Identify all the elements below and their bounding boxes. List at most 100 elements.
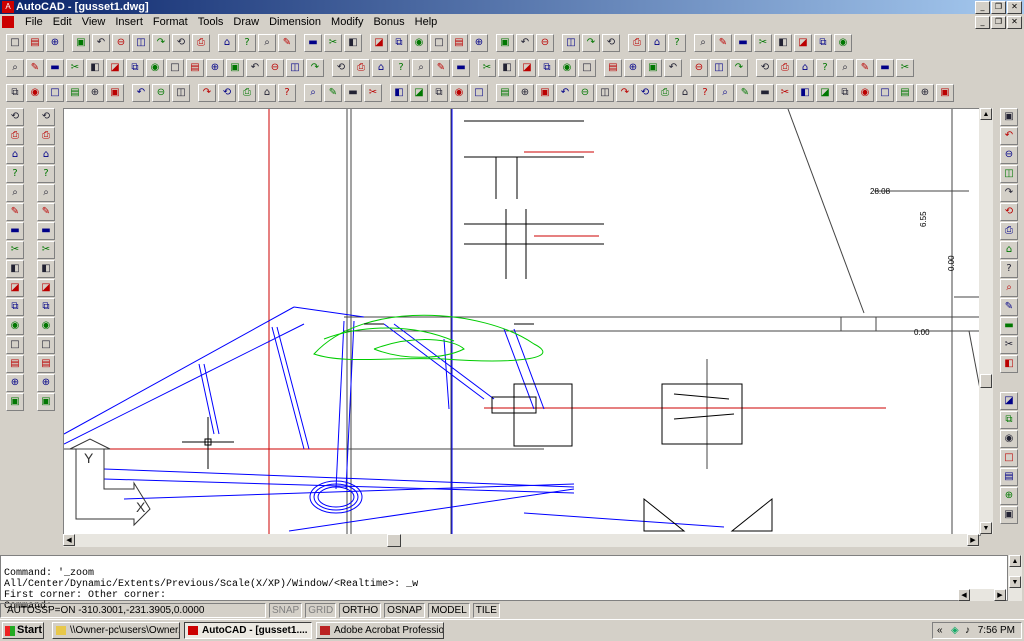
solids-tool-36-icon[interactable]: ↷: [730, 59, 748, 77]
draw-tool-12-icon[interactable]: ◉: [6, 317, 24, 335]
standard-tool-23-icon[interactable]: ⊕: [470, 34, 488, 52]
solids-tool-30-icon[interactable]: ▤: [604, 59, 622, 77]
osnap-tool-2-icon[interactable]: ↶: [1000, 127, 1018, 145]
menu-dimension[interactable]: Dimension: [264, 15, 326, 29]
standard-tool-6-icon[interactable]: ⊖: [112, 34, 130, 52]
menu-view[interactable]: View: [77, 15, 111, 29]
vertical-scrollbar[interactable]: ▲ ▼: [979, 108, 993, 534]
properties-tool-43-icon[interactable]: □: [876, 84, 894, 102]
standard-tool-34-icon[interactable]: ✎: [714, 34, 732, 52]
scroll-left-arrow[interactable]: ◀: [63, 534, 75, 546]
solids-tool-28-icon[interactable]: ◉: [558, 59, 576, 77]
status-toggle-ortho[interactable]: ORTHO: [339, 603, 382, 618]
coordinate-readout[interactable]: AUTOSSP=ON -310.3001,-231.3905,0.0000: [0, 603, 266, 618]
modify-tool-3-icon[interactable]: ⌂: [37, 146, 55, 164]
properties-tool-13-icon[interactable]: ⌂: [258, 84, 276, 102]
properties-tool-32-icon[interactable]: ⎙: [656, 84, 674, 102]
draw-tool-10-icon[interactable]: ◪: [6, 279, 24, 297]
solids-tool-27-icon[interactable]: ⧉: [538, 59, 556, 77]
osnap-tool-18-icon[interactable]: □: [1000, 449, 1018, 467]
standard-tool-29-icon[interactable]: ⟲: [602, 34, 620, 52]
command-window[interactable]: Command: '_zoom All/Center/Dynamic/Extent…: [0, 555, 1008, 612]
scroll-up-arrow[interactable]: ▲: [980, 108, 992, 120]
network-icon[interactable]: ◈: [951, 623, 959, 638]
modify-tool-15-icon[interactable]: ⊕: [37, 374, 55, 392]
modify-tool-1-icon[interactable]: ⟲: [37, 108, 55, 126]
properties-tool-30-icon[interactable]: ↷: [616, 84, 634, 102]
draw-tool-14-icon[interactable]: ▤: [6, 355, 24, 373]
doc-restore-button[interactable]: ❐: [991, 16, 1006, 29]
properties-tool-8-icon[interactable]: ⊖: [152, 84, 170, 102]
solids-tool-14-icon[interactable]: ⊖: [266, 59, 284, 77]
solids-tool-20-icon[interactable]: ?: [392, 59, 410, 77]
modify-tool-14-icon[interactable]: ▤: [37, 355, 55, 373]
clock[interactable]: 7:56 PM: [978, 623, 1015, 638]
standard-tool-17-icon[interactable]: ◧: [344, 34, 362, 52]
modify-tool-12-icon[interactable]: ◉: [37, 317, 55, 335]
standard-tool-36-icon[interactable]: ✂: [754, 34, 772, 52]
solids-tool-31-icon[interactable]: ⊕: [624, 59, 642, 77]
minimize-button[interactable]: _: [975, 1, 990, 14]
standard-tool-21-icon[interactable]: □: [430, 34, 448, 52]
modify-tool-4-icon[interactable]: ?: [37, 165, 55, 183]
task-explorer[interactable]: \\Owner-pc\users\Owner...: [52, 622, 180, 639]
solids-tool-23-icon[interactable]: ▬: [452, 59, 470, 77]
modify-tool-2-icon[interactable]: ⎙: [37, 127, 55, 145]
standard-tool-16-icon[interactable]: ✂: [324, 34, 342, 52]
standard-tool-30-icon[interactable]: ⎙: [628, 34, 646, 52]
command-scroll-left[interactable]: ◀: [958, 589, 970, 601]
standard-tool-5-icon[interactable]: ↶: [92, 34, 110, 52]
solids-tool-1-icon[interactable]: ⌕: [6, 59, 24, 77]
osnap-tool-10-icon[interactable]: ⌕: [1000, 279, 1018, 297]
properties-tool-37-icon[interactable]: ▬: [756, 84, 774, 102]
status-toggle-snap[interactable]: SNAP: [269, 603, 303, 618]
document-icon[interactable]: [2, 16, 14, 28]
properties-tool-28-icon[interactable]: ⊖: [576, 84, 594, 102]
solids-tool-38-icon[interactable]: ⎙: [776, 59, 794, 77]
osnap-tool-11-icon[interactable]: ✎: [1000, 298, 1018, 316]
osnap-tool-3-icon[interactable]: ⊖: [1000, 146, 1018, 164]
drawing-svg[interactable]: 28.08 6.55 0.00 0.00 Y X: [64, 109, 980, 535]
properties-tool-2-icon[interactable]: ◉: [26, 84, 44, 102]
horizontal-scroll-thumb[interactable]: [387, 534, 401, 547]
solids-tool-24-icon[interactable]: ✂: [478, 59, 496, 77]
osnap-tool-9-icon[interactable]: ?: [1000, 260, 1018, 278]
properties-tool-42-icon[interactable]: ◉: [856, 84, 874, 102]
close-button[interactable]: ✕: [1007, 1, 1022, 14]
standard-tool-32-icon[interactable]: ?: [668, 34, 686, 52]
draw-tool-1-icon[interactable]: ⟲: [6, 108, 24, 126]
solids-tool-12-icon[interactable]: ▣: [226, 59, 244, 77]
properties-tool-17-icon[interactable]: ▬: [344, 84, 362, 102]
standard-tool-33-icon[interactable]: ⌕: [694, 34, 712, 52]
osnap-tool-19-icon[interactable]: ▤: [1000, 468, 1018, 486]
properties-tool-15-icon[interactable]: ⌕: [304, 84, 322, 102]
doc-minimize-button[interactable]: _: [975, 16, 990, 29]
solids-tool-34-icon[interactable]: ⊖: [690, 59, 708, 77]
standard-tool-13-icon[interactable]: ⌕: [258, 34, 276, 52]
osnap-tool-21-icon[interactable]: ▣: [1000, 506, 1018, 524]
properties-tool-20-icon[interactable]: ◪: [410, 84, 428, 102]
solids-tool-17-icon[interactable]: ⟲: [332, 59, 350, 77]
draw-tool-13-icon[interactable]: □: [6, 336, 24, 354]
solids-tool-13-icon[interactable]: ↶: [246, 59, 264, 77]
autocad-app-icon[interactable]: A: [2, 1, 14, 13]
status-toggle-grid[interactable]: GRID: [305, 603, 337, 618]
modify-tool-11-icon[interactable]: ⧉: [37, 298, 55, 316]
properties-tool-25-icon[interactable]: ⊕: [516, 84, 534, 102]
standard-tool-27-icon[interactable]: ◫: [562, 34, 580, 52]
draw-tool-15-icon[interactable]: ⊕: [6, 374, 24, 392]
solids-tool-41-icon[interactable]: ⌕: [836, 59, 854, 77]
osnap-tool-15-icon[interactable]: ◪: [1000, 392, 1018, 410]
menu-file[interactable]: File: [20, 15, 48, 29]
standard-tool-3-icon[interactable]: ⊕: [46, 34, 64, 52]
volume-icon[interactable]: ♪: [965, 623, 970, 638]
solids-tool-29-icon[interactable]: □: [578, 59, 596, 77]
properties-tool-16-icon[interactable]: ✎: [324, 84, 342, 102]
modify-tool-9-icon[interactable]: ◧: [37, 260, 55, 278]
standard-tool-10-icon[interactable]: ⎙: [192, 34, 210, 52]
menu-bonus[interactable]: Bonus: [368, 15, 409, 29]
osnap-tool-20-icon[interactable]: ⊕: [1000, 487, 1018, 505]
standard-tool-18-icon[interactable]: ◪: [370, 34, 388, 52]
properties-tool-27-icon[interactable]: ↶: [556, 84, 574, 102]
solids-tool-9-icon[interactable]: □: [166, 59, 184, 77]
